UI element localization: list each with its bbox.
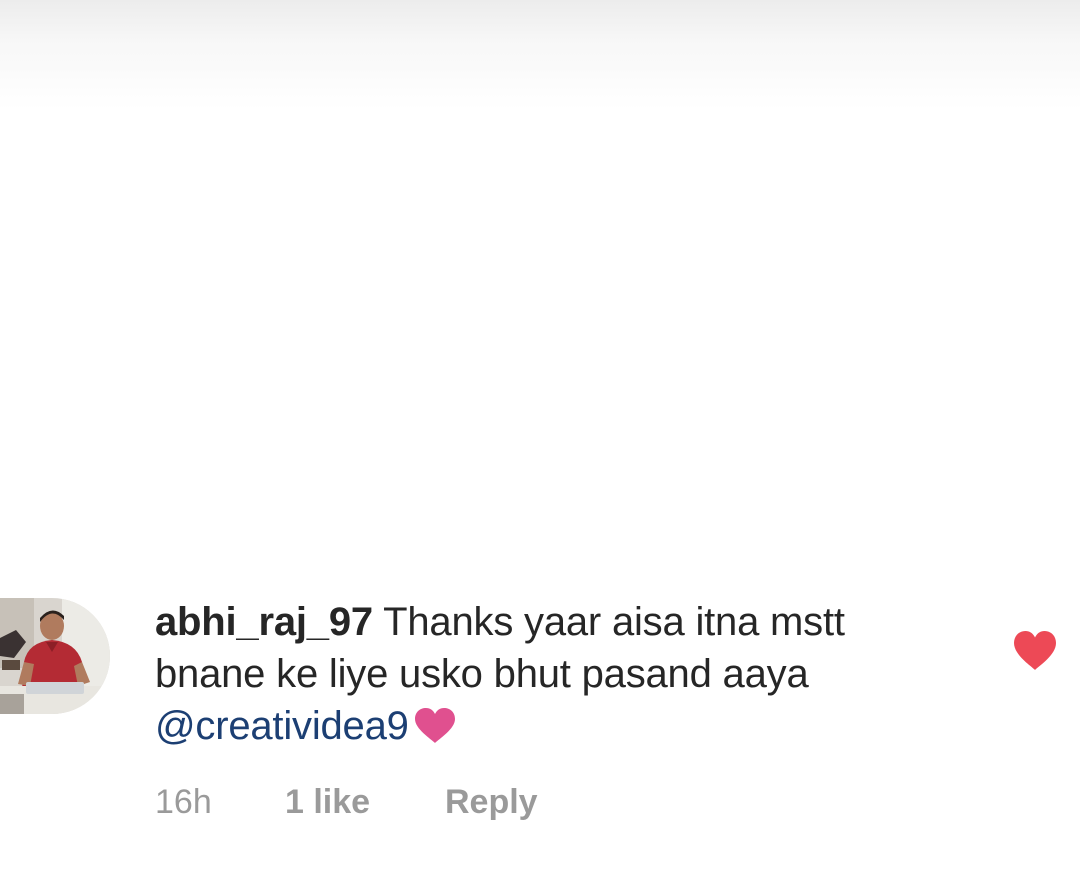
comment-text: abhi_raj_97 Thanks yaar aisa itna mstt b… (155, 596, 975, 758)
heart-icon (1014, 631, 1056, 670)
comment-line-3: @creatividea9 (155, 700, 975, 758)
comment-meta: 16h 1 like Reply (155, 782, 538, 822)
comment-username[interactable]: abhi_raj_97 (155, 600, 373, 644)
reply-button[interactable]: Reply (445, 782, 538, 822)
comment-row: abhi_raj_97 Thanks yaar aisa itna mstt b… (0, 596, 1080, 836)
comment-line-1: abhi_raj_97 Thanks yaar aisa itna mstt (155, 596, 975, 648)
pink-heart-icon (413, 706, 457, 758)
avatar[interactable] (0, 598, 110, 714)
mention-link[interactable]: @creatividea9 (155, 704, 409, 748)
comment-text-line-2: bnane ke liye usko bhut pasand aaya (155, 652, 809, 696)
likes-count[interactable]: 1 like (285, 782, 445, 822)
comment-text-line-1: Thanks yaar aisa itna mstt (383, 600, 845, 644)
avatar-photo (0, 598, 110, 714)
comment-timestamp: 16h (155, 783, 212, 821)
like-button[interactable] (1012, 630, 1058, 672)
